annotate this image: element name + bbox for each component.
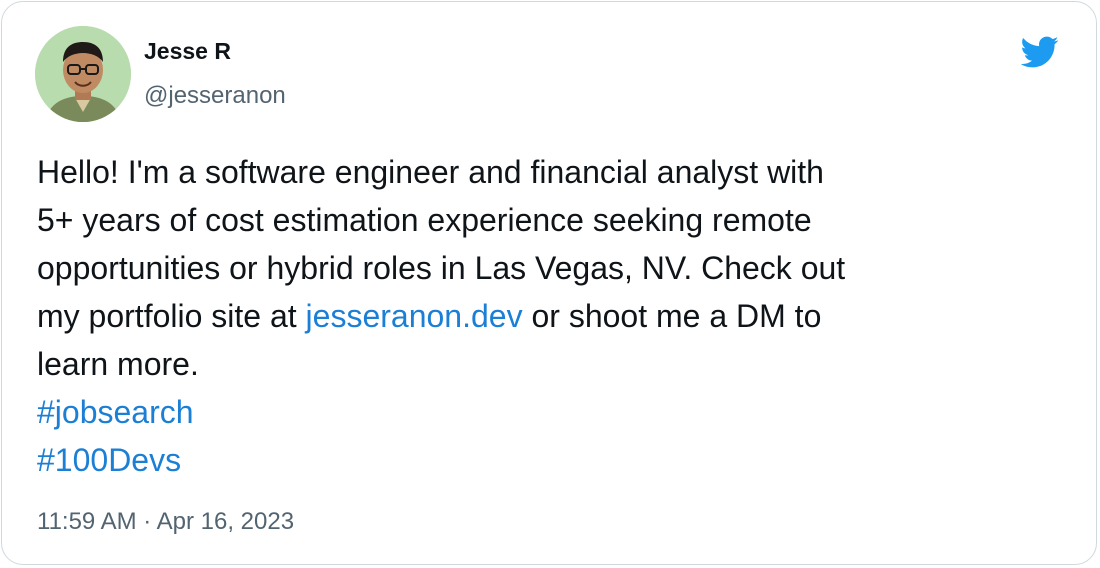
twitter-bird-icon[interactable]	[1016, 32, 1062, 72]
author-display-name[interactable]: Jesse R	[144, 38, 231, 65]
portfolio-link[interactable]: jesseranon.dev	[306, 298, 523, 334]
tweet-text-line-with-link: my portfolio site at jesseranon.dev or s…	[37, 292, 1067, 340]
tweet-text-line: opportunities or hybrid roles in Las Veg…	[37, 250, 846, 286]
tweet-text-line: learn more.	[37, 346, 199, 382]
tweet-body: Hello! I'm a software engineer and finan…	[37, 148, 1067, 484]
tweet-text-line: Hello! I'm a software engineer and finan…	[37, 154, 824, 190]
author-avatar[interactable]	[35, 26, 131, 122]
tweet-card[interactable]: Jesse R @jesseranon Hello! I'm a softwar…	[1, 1, 1097, 565]
hashtag-100devs-link[interactable]: #100Devs	[37, 442, 181, 478]
tweet-text-segment: my portfolio site at	[37, 298, 306, 334]
hashtag-jobsearch-link[interactable]: #jobsearch	[37, 394, 194, 430]
tweet-text-line: 5+ years of cost estimation experience s…	[37, 202, 812, 238]
author-handle[interactable]: @jesseranon	[144, 82, 286, 110]
user-avatar-photo-icon	[35, 26, 131, 122]
tweet-timestamp[interactable]: 11:59 AM · Apr 16, 2023	[37, 508, 294, 536]
tweet-text-segment: or shoot me a DM to	[522, 298, 822, 334]
